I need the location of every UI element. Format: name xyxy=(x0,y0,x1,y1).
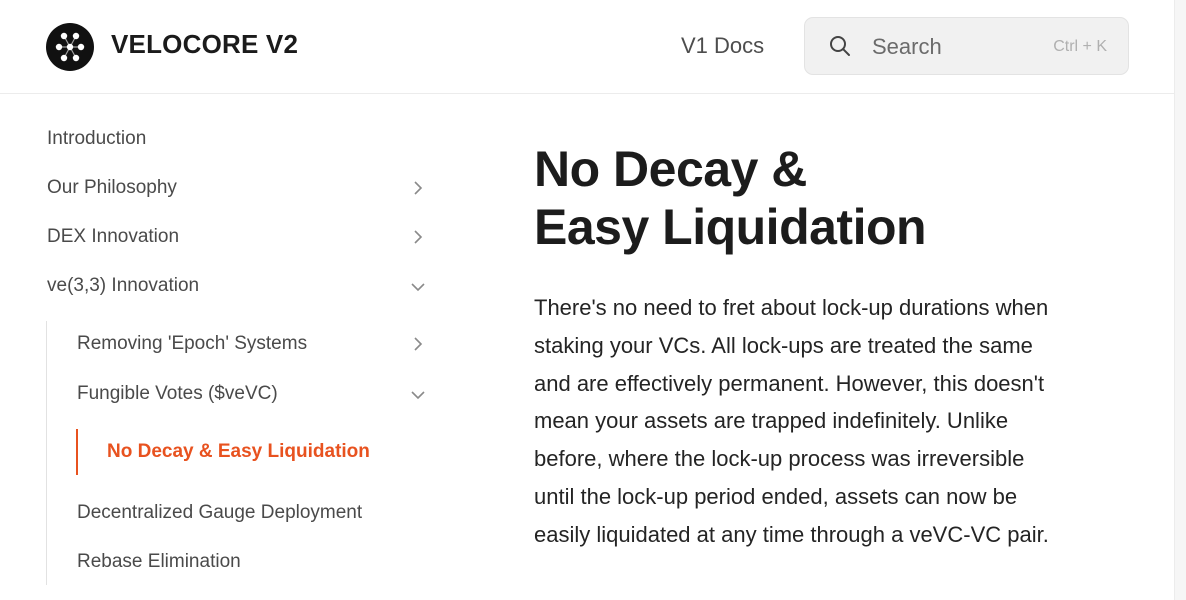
page-title-line2: Easy Liquidation xyxy=(534,199,927,255)
sidebar-item-dex-innovation[interactable]: DEX Innovation xyxy=(47,226,179,248)
search-icon xyxy=(828,34,852,63)
chevron-right-icon[interactable] xyxy=(411,229,425,245)
body-paragraph: There's no need to fret about lock-up du… xyxy=(534,295,1049,547)
search-shortcut: Ctrl + K xyxy=(1053,38,1107,55)
search-placeholder: Search xyxy=(872,34,942,59)
velocore-logo-icon[interactable] xyxy=(46,23,94,71)
search-box[interactable]: Search Ctrl + K xyxy=(804,17,1129,75)
nested-group-line xyxy=(46,321,47,585)
sidebar-item-removing-epoch[interactable]: Removing 'Epoch' Systems xyxy=(77,333,307,355)
chevron-down-icon[interactable] xyxy=(410,389,426,401)
page-title-line1: No Decay & xyxy=(534,141,807,197)
page-scrollbar[interactable] xyxy=(1174,0,1186,600)
chevron-right-icon[interactable] xyxy=(411,180,425,196)
active-indicator xyxy=(76,429,78,475)
sidebar-item-our-philosophy[interactable]: Our Philosophy xyxy=(47,177,177,199)
sidebar-item-rebase-elimination[interactable]: Rebase Elimination xyxy=(77,551,241,573)
sidebar-item-introduction[interactable]: Introduction xyxy=(47,128,146,150)
sidebar-item-ve33-innovation[interactable]: ve(3,3) Innovation xyxy=(47,275,199,297)
chevron-down-icon[interactable] xyxy=(410,281,426,293)
page-title: No Decay & Easy Liquidation xyxy=(534,140,1094,256)
brand-title[interactable]: VELOCORE V2 xyxy=(111,29,298,60)
v1-docs-link[interactable]: V1 Docs xyxy=(681,33,764,59)
sidebar-item-fungible-votes[interactable]: Fungible Votes ($veVC) xyxy=(77,383,278,405)
top-bar: VELOCORE V2 V1 Docs Search Ctrl + K xyxy=(0,0,1174,94)
chevron-right-icon[interactable] xyxy=(411,336,425,352)
sidebar-item-no-decay[interactable]: No Decay & Easy Liquidation xyxy=(107,441,370,463)
sidebar-item-gauge-deployment[interactable]: Decentralized Gauge Deployment xyxy=(77,502,362,524)
